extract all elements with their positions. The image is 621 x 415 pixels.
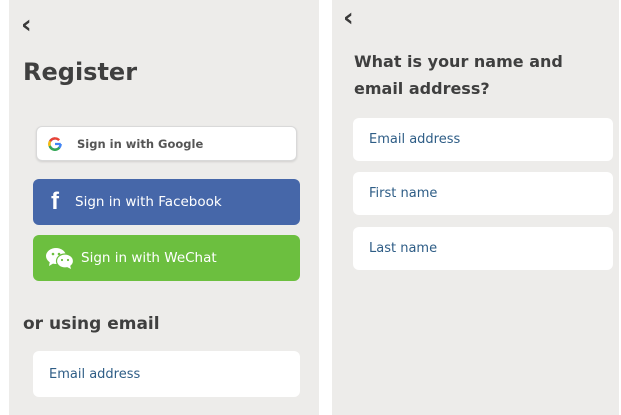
back-chevron-icon[interactable]: ‹: [343, 5, 354, 31]
google-g-icon: [48, 136, 62, 151]
name-email-screen: ‹ What is your name and email address? E…: [332, 0, 619, 415]
back-chevron-icon[interactable]: ‹: [21, 12, 32, 38]
facebook-f-icon: f: [51, 188, 59, 215]
facebook-button-label: Sign in with Facebook: [75, 194, 222, 210]
wechat-icon: [46, 248, 75, 269]
email-field[interactable]: Email address: [353, 118, 613, 161]
google-button-label: Sign in with Google: [77, 136, 204, 151]
wechat-button-label: Sign in with WeChat: [81, 250, 217, 266]
google-signin-button[interactable]: Sign in with Google: [36, 126, 297, 161]
last-name-field[interactable]: Last name: [353, 227, 613, 270]
facebook-signin-button[interactable]: f Sign in with Facebook: [33, 179, 300, 225]
page-title: Register: [23, 58, 138, 86]
wechat-signin-button[interactable]: Sign in with WeChat: [33, 235, 300, 281]
first-name-field[interactable]: First name: [353, 172, 613, 215]
page-heading: What is your name and email address?: [354, 52, 563, 98]
register-screen: ‹ Register Sign in with Google f Sign in…: [9, 0, 319, 415]
email-field[interactable]: Email address: [33, 351, 300, 397]
email-section-title: or using email: [23, 314, 160, 334]
